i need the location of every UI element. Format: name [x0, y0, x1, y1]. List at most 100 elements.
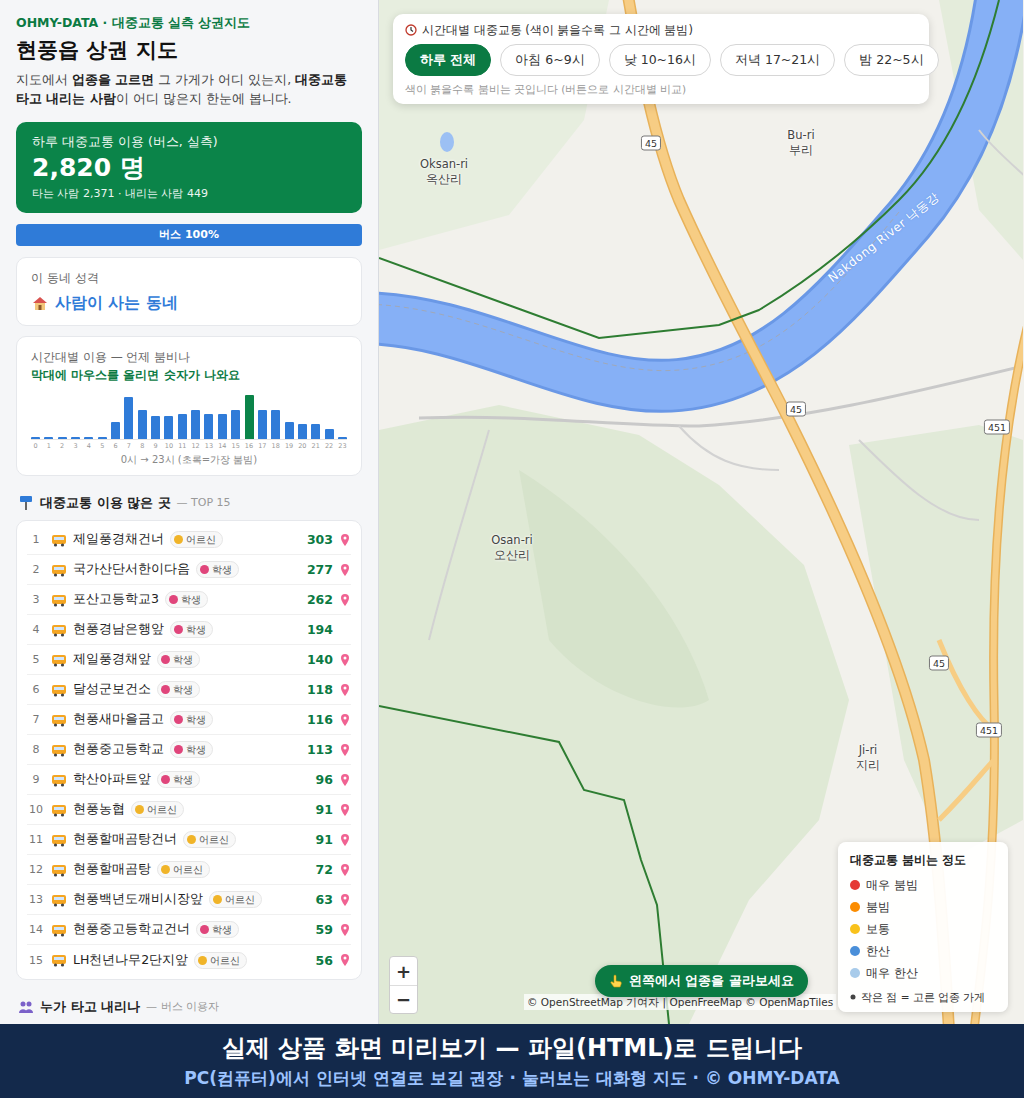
time-button[interactable]: 저녁 17~21시 [720, 44, 835, 76]
hour-bar[interactable] [138, 410, 147, 439]
hour-column[interactable] [164, 394, 173, 439]
row-pin-slot[interactable] [339, 953, 351, 967]
row-pin-slot[interactable] [339, 923, 351, 937]
row-pin-slot[interactable] [339, 713, 351, 727]
hour-column[interactable] [44, 394, 53, 439]
hour-bar[interactable] [164, 416, 173, 439]
hour-column[interactable] [178, 394, 187, 439]
row-pin-slot[interactable] [339, 563, 351, 577]
hour-column[interactable] [98, 394, 107, 439]
top-list-row[interactable]: 9학산아파트앞학생96 [27, 765, 351, 795]
tag-label: 학생 [186, 713, 206, 726]
time-button[interactable]: 낮 10~16시 [609, 44, 711, 76]
hour-bar[interactable] [98, 437, 107, 439]
hour-column[interactable] [231, 394, 240, 439]
hour-column[interactable] [271, 394, 280, 439]
top-list-row[interactable]: 7현풍새마을금고학생116 [27, 705, 351, 735]
hour-bar[interactable] [151, 416, 160, 439]
hour-bar[interactable] [298, 424, 307, 439]
row-rank: 3 [27, 593, 45, 606]
zoom-in-button[interactable]: + [390, 957, 417, 985]
zoom-out-button[interactable]: − [390, 985, 417, 1013]
hour-bar[interactable] [245, 395, 254, 439]
row-pin-slot[interactable] [339, 593, 351, 607]
hour-bar[interactable] [338, 437, 347, 439]
mode-bar-label: 버스 100% [16, 224, 362, 246]
time-button[interactable]: 밤 22~5시 [844, 44, 938, 76]
row-pin-slot[interactable] [339, 893, 351, 907]
hour-bar[interactable] [271, 410, 280, 439]
hour-column[interactable] [71, 394, 80, 439]
top-list-row[interactable]: 8현풍중고등학교학생113 [27, 735, 351, 765]
hour-bar[interactable] [31, 437, 40, 439]
hour-column[interactable] [258, 394, 267, 439]
hour-column[interactable] [151, 394, 160, 439]
hour-column[interactable] [58, 394, 67, 439]
hour-column[interactable] [111, 394, 120, 439]
hour-column[interactable] [31, 394, 40, 439]
row-pin-slot[interactable] [339, 743, 351, 757]
hour-column[interactable] [311, 394, 320, 439]
hour-column[interactable] [245, 394, 254, 439]
hour-column[interactable] [204, 394, 213, 439]
hour-bar[interactable] [58, 437, 67, 439]
top-list-row[interactable]: 6달성군보건소학생118 [27, 675, 351, 705]
row-rank: 15 [27, 954, 45, 967]
row-pin-slot[interactable] [339, 803, 351, 817]
hour-column[interactable] [218, 394, 227, 439]
row-name: 현풍중고등학교 [73, 741, 164, 758]
top-list-row[interactable]: 5제일풍경채앞학생140 [27, 645, 351, 675]
top-list-row[interactable]: 4현풍경남은행앞학생194 [27, 615, 351, 645]
top-list-row[interactable]: 13현풍백년도깨비시장앞어르신63 [27, 885, 351, 915]
hour-bar[interactable] [84, 437, 93, 439]
hour-bar[interactable] [311, 424, 320, 439]
hour-bar[interactable] [258, 410, 267, 439]
row-name: 현풍할매곰탕건너 [73, 831, 177, 848]
top-list-row[interactable]: 14현풍중고등학교건너학생59 [27, 915, 351, 945]
hour-bar[interactable] [325, 429, 334, 439]
time-button[interactable]: 하루 전체 [405, 44, 491, 76]
time-button[interactable]: 아침 6~9시 [500, 44, 599, 76]
hour-column[interactable] [138, 394, 147, 439]
row-pin-slot[interactable] [339, 773, 351, 787]
hour-bar[interactable] [124, 397, 133, 439]
hour-column[interactable] [191, 394, 200, 439]
top-list-row[interactable]: 3포산고등학교3학생262 [27, 585, 351, 615]
hour-column[interactable] [84, 394, 93, 439]
hour-bar[interactable] [178, 414, 187, 439]
hour-column[interactable] [124, 394, 133, 439]
hour-bar[interactable] [44, 437, 53, 439]
hour-bar[interactable] [285, 422, 294, 439]
top-list: 1제일풍경채건너어르신3032국가산단서한이다음학생2773포산고등학교3학생2… [16, 520, 362, 980]
road-shield: 451 [984, 420, 1010, 435]
bus-icon [51, 533, 67, 547]
road-shield: 45 [929, 656, 949, 671]
row-pin-slot[interactable] [339, 863, 351, 877]
hour-column[interactable] [285, 394, 294, 439]
hour-bar[interactable] [71, 437, 80, 439]
top-list-row[interactable]: 15LH천년나무2단지앞어르신56 [27, 945, 351, 975]
top-list-row[interactable]: 1제일풍경채건너어르신303 [27, 525, 351, 555]
top-list-row[interactable]: 12현풍할매곰탕어르신72 [27, 855, 351, 885]
top-list-row[interactable]: 2국가산단서한이다음학생277 [27, 555, 351, 585]
hour-bar[interactable] [231, 410, 240, 439]
top-list-row[interactable]: 11현풍할매곰탕건너어르신91 [27, 825, 351, 855]
row-pin-slot[interactable] [339, 653, 351, 667]
row-tag: 어르신 [157, 861, 210, 878]
hour-bar[interactable] [111, 422, 120, 439]
hour-bar[interactable] [218, 414, 227, 439]
hour-bar[interactable] [191, 410, 200, 439]
row-pin-slot[interactable] [339, 683, 351, 697]
map[interactable]: Oksan-ri옥산리Bu-ri부리Osan-ri오산리Ji-ri지리Nakdo… [379, 0, 1024, 1024]
hour-column[interactable] [325, 394, 334, 439]
hour-column[interactable] [298, 394, 307, 439]
bus-icon [51, 773, 67, 787]
hour-bar[interactable] [204, 414, 213, 439]
row-pin-slot[interactable] [339, 533, 351, 547]
top-list-row[interactable]: 10현풍농협어르신91 [27, 795, 351, 825]
tag-icon [198, 956, 207, 965]
hint-button[interactable]: 왼쪽에서 업종을 골라보세요 [595, 965, 808, 997]
hour-column[interactable] [338, 394, 347, 439]
row-rank: 12 [27, 863, 45, 876]
row-pin-slot[interactable] [339, 833, 351, 847]
